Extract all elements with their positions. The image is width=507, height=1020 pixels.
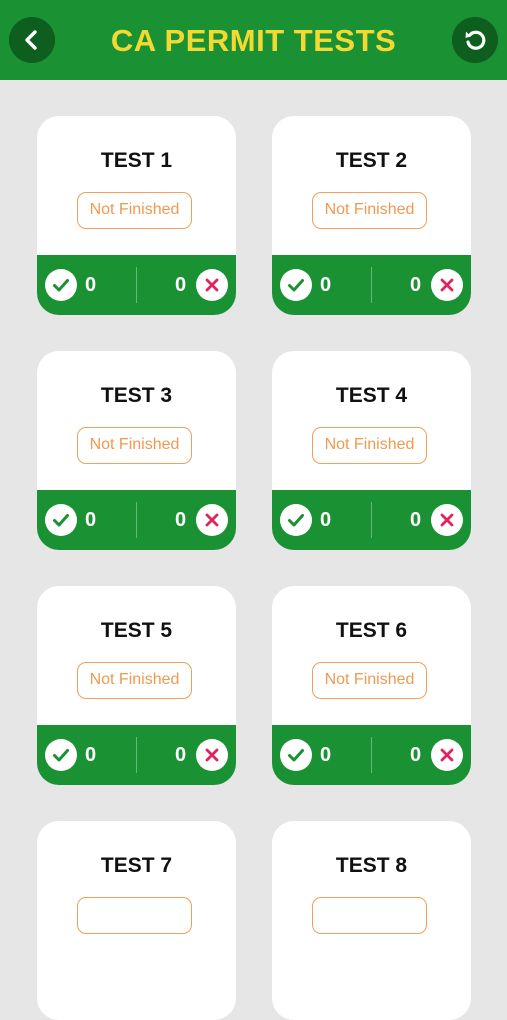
status-badge: Not Finished bbox=[312, 427, 427, 464]
correct-count: 0 bbox=[320, 274, 332, 296]
test-title: TEST 6 bbox=[335, 619, 408, 642]
status-badge: Not Finished bbox=[77, 427, 192, 464]
test-card-5[interactable]: TEST 5 Not Finished 0 0 bbox=[37, 586, 236, 785]
check-icon bbox=[280, 504, 312, 536]
score-bar: 0 0 bbox=[272, 255, 471, 315]
status-badge bbox=[77, 897, 192, 934]
correct-count: 0 bbox=[85, 509, 97, 531]
check-icon bbox=[280, 739, 312, 771]
status-badge: Not Finished bbox=[77, 662, 192, 699]
status-badge: Not Finished bbox=[312, 662, 427, 699]
wrong-count: 0 bbox=[175, 274, 187, 296]
divider bbox=[136, 267, 137, 303]
status-badge: Not Finished bbox=[77, 192, 192, 229]
wrong-count: 0 bbox=[175, 744, 187, 766]
close-icon bbox=[196, 269, 228, 301]
close-icon bbox=[431, 504, 463, 536]
test-title: TEST 8 bbox=[335, 854, 408, 877]
divider bbox=[136, 502, 137, 538]
wrong-count: 0 bbox=[410, 274, 422, 296]
refresh-icon bbox=[465, 30, 486, 50]
test-card-7[interactable]: TEST 7 bbox=[37, 821, 236, 1020]
close-icon bbox=[196, 504, 228, 536]
score-bar: 0 0 bbox=[37, 255, 236, 315]
test-title: TEST 2 bbox=[335, 149, 408, 172]
test-title: TEST 7 bbox=[100, 854, 173, 877]
correct-count: 0 bbox=[320, 509, 332, 531]
reset-button[interactable] bbox=[452, 17, 498, 63]
divider bbox=[136, 737, 137, 773]
test-title: TEST 1 bbox=[100, 149, 173, 172]
check-icon bbox=[280, 269, 312, 301]
wrong-count: 0 bbox=[410, 509, 422, 531]
close-icon bbox=[431, 269, 463, 301]
test-title: TEST 5 bbox=[100, 619, 173, 642]
test-grid: TEST 1 Not Finished 0 0 TEST 2 Not Finis… bbox=[0, 80, 507, 1020]
divider bbox=[371, 737, 372, 773]
chevron-left-icon bbox=[25, 30, 37, 50]
check-icon bbox=[45, 269, 77, 301]
test-card-6[interactable]: TEST 6 Not Finished 0 0 bbox=[272, 586, 471, 785]
divider bbox=[371, 267, 372, 303]
test-card-1[interactable]: TEST 1 Not Finished 0 0 bbox=[37, 116, 236, 315]
check-icon bbox=[45, 504, 77, 536]
close-icon bbox=[431, 739, 463, 771]
close-icon bbox=[196, 739, 228, 771]
score-bar: 0 0 bbox=[272, 490, 471, 550]
correct-count: 0 bbox=[85, 744, 97, 766]
correct-count: 0 bbox=[320, 744, 332, 766]
score-bar: 0 0 bbox=[37, 490, 236, 550]
test-card-8[interactable]: TEST 8 bbox=[272, 821, 471, 1020]
test-card-3[interactable]: TEST 3 Not Finished 0 0 bbox=[37, 351, 236, 550]
app-header: CA PERMIT TESTS bbox=[0, 0, 507, 80]
score-bar: 0 0 bbox=[37, 725, 236, 785]
status-badge: Not Finished bbox=[312, 192, 427, 229]
divider bbox=[371, 502, 372, 538]
score-bar: 0 0 bbox=[272, 725, 471, 785]
back-button[interactable] bbox=[9, 17, 55, 63]
test-card-2[interactable]: TEST 2 Not Finished 0 0 bbox=[272, 116, 471, 315]
wrong-count: 0 bbox=[410, 744, 422, 766]
test-card-4[interactable]: TEST 4 Not Finished 0 0 bbox=[272, 351, 471, 550]
check-icon bbox=[45, 739, 77, 771]
correct-count: 0 bbox=[85, 274, 97, 296]
page-title: CA PERMIT TESTS bbox=[110, 23, 397, 58]
test-title: TEST 3 bbox=[100, 384, 173, 407]
test-title: TEST 4 bbox=[335, 384, 408, 407]
wrong-count: 0 bbox=[175, 509, 187, 531]
status-badge bbox=[312, 897, 427, 934]
